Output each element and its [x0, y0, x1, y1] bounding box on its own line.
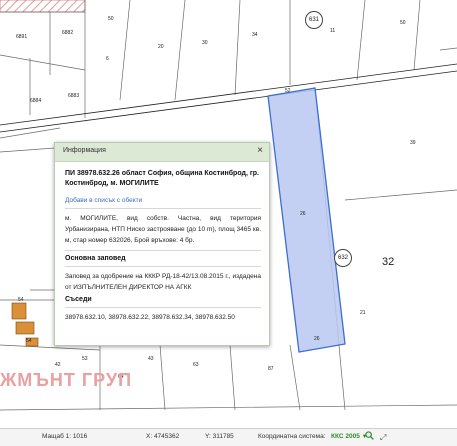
parcel-number: 6883 — [68, 93, 80, 99]
neighbors-text: 38978.632.10, 38978.632.22, 38978.632.34… — [65, 314, 235, 321]
parcel-number: 50 — [108, 16, 114, 22]
parcel-number: 26 — [300, 211, 306, 217]
parcel-number: 50 — [400, 20, 406, 26]
parcel-number: 43 — [148, 356, 154, 362]
crs-value: ККС 2005 — [331, 433, 360, 440]
parcel-title: ПИ 38978.632.26 област София, община Кос… — [65, 170, 259, 187]
parcel-number: 63 — [193, 362, 199, 368]
parcel-number: 87 — [268, 366, 274, 372]
hatched-parcel — [0, 0, 86, 13]
parcel-number: 34 — [252, 32, 258, 38]
order-title: Основна заповед — [65, 255, 126, 262]
divider — [65, 208, 261, 209]
cadastral-area-label: 632 — [334, 249, 352, 267]
divider — [65, 307, 261, 308]
parcel-number: 54 — [26, 338, 32, 344]
parcel-number: 42 — [55, 362, 61, 368]
parcel-number: 26 — [314, 336, 320, 342]
cadastral-area-label: 631 — [305, 11, 323, 29]
parcel-number: 54 — [18, 297, 24, 303]
popup-body: ПИ 38978.632.26 област София, община Кос… — [65, 169, 261, 323]
parcel-number: 11 — [330, 28, 336, 34]
order-text: Заповед за одобрение на КККР РД-18-42/13… — [65, 273, 261, 291]
parcel-number: 6884 — [30, 98, 42, 104]
parcel-number: 53 — [82, 356, 88, 362]
area-number: 32 — [382, 256, 395, 268]
house-shape — [15, 321, 35, 335]
crs-label: Координатна система: — [258, 433, 326, 440]
close-icon[interactable]: × — [257, 145, 263, 156]
divider — [65, 250, 261, 251]
status-bar: Мащаб 1: 1016 X: 4745362 Y: 311785 Коорд… — [0, 428, 457, 446]
parcel-number: 52 — [285, 88, 291, 94]
search-icon[interactable] — [365, 431, 374, 440]
scale-readout: Мащаб 1: 1016 — [42, 433, 88, 440]
expand-icon[interactable]: ⤢ — [380, 433, 386, 443]
selected-parcel — [267, 87, 346, 353]
parcel-description: м. МОГИЛИТЕ, вид собств. Частна, вид тер… — [65, 215, 261, 244]
popup-title: Информация — [63, 147, 106, 154]
watermark-text: ЖМЪНТ ГРУП — [0, 370, 133, 390]
parcel-number: 21 — [360, 310, 366, 316]
divider — [65, 266, 261, 267]
y-coordinate: Y: 311785 — [205, 433, 234, 440]
parcel-number: 20 — [158, 44, 164, 50]
parcel-number: 6 — [106, 56, 109, 62]
parcel-number: 30 — [202, 40, 208, 46]
popup-header: Информация × — [55, 143, 269, 162]
parcel-number: 6891 — [16, 34, 28, 40]
neighbors-title: Съседи — [65, 296, 92, 303]
house-shape — [11, 302, 27, 320]
add-to-list-link[interactable]: Добави в списък с обекти — [65, 197, 261, 204]
info-popup: Информация × ПИ 38978.632.26 област Софи… — [54, 142, 270, 346]
x-coordinate: X: 4745362 — [146, 433, 180, 440]
parcel-number: 39 — [410, 140, 416, 146]
parcel-number: 6882 — [62, 30, 74, 36]
crs-selector[interactable]: ККС 2005 ▼ — [331, 433, 368, 440]
